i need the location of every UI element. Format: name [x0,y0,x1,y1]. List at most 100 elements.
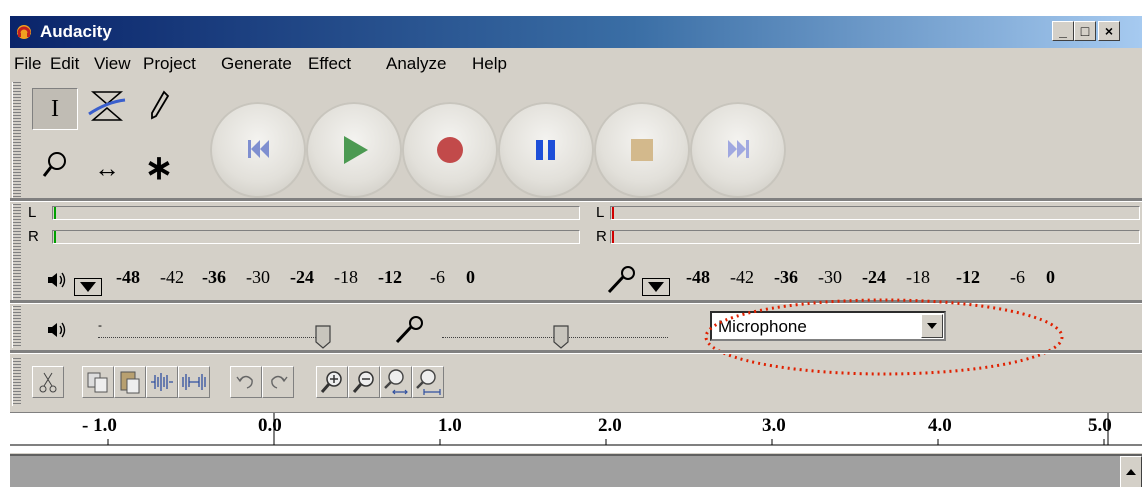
microphone-icon [607,266,635,294]
trim-icon [151,373,173,391]
draw-tool-button[interactable] [136,88,182,130]
slider-track [98,336,324,338]
playback-level-indicator [54,231,56,243]
play-button[interactable] [306,102,402,198]
triangle-down-icon [648,282,664,292]
envelope-icon [88,91,126,121]
record-meter-menu-button[interactable] [642,278,670,296]
skip-to-end-button[interactable] [690,102,786,198]
track-area[interactable] [10,454,1142,487]
toolbar-separator [10,350,1142,354]
i-beam-icon: I [51,96,59,122]
scale-tick: -42 [730,267,754,287]
scale-tick: -30 [818,267,842,287]
ruler-ticks [10,413,1142,446]
time-shift-tool-button[interactable]: ↔ [84,148,130,190]
playback-meter-right-bar[interactable] [52,230,580,244]
edit-toolbar-grip[interactable] [12,358,21,406]
paste-icon [120,371,140,394]
slider-thumb[interactable] [552,324,570,350]
playback-meter-menu-button[interactable] [74,278,102,296]
play-icon [344,136,368,164]
menu-edit[interactable]: Edit [50,54,79,74]
title-bar[interactable]: Audacity _ □ × [10,16,1142,48]
menu-file[interactable]: File [14,54,41,74]
menu-project[interactable]: Project [143,54,196,74]
silence-icon [182,374,206,390]
triangle-down-icon [80,282,96,292]
record-meter-right-bar[interactable] [610,230,1140,244]
scale-tick: -48 [116,267,140,287]
redo-button[interactable] [262,366,294,398]
scissors-icon [39,372,57,393]
menu-effect[interactable]: Effect [308,54,351,74]
menu-generate[interactable]: Generate [221,54,292,74]
record-icon [437,137,463,163]
menu-bar: File Edit View Project Generate Effect A… [10,48,1142,78]
scale-tick: -30 [246,267,270,287]
scale-tick: -42 [160,267,184,287]
scale-tick: -18 [334,267,358,287]
zoom-in-button[interactable] [316,366,348,398]
playback-meter-right-label: R [28,228,39,245]
copy-button[interactable] [82,366,114,398]
record-meter-left-bar[interactable] [610,206,1140,220]
scale-tick: -18 [906,267,930,287]
close-button[interactable]: × [1098,21,1120,41]
audacity-window: Audacity _ □ × File Edit View Project Ge… [10,16,1142,487]
pencil-icon [151,90,170,120]
record-level-indicator [612,231,614,243]
minimize-button[interactable]: _ [1052,21,1074,41]
undo-button[interactable] [230,366,262,398]
scroll-up-button[interactable] [1120,456,1142,487]
record-level-indicator [612,207,614,219]
asterisk-icon: ∗ [144,149,174,187]
double-arrow-icon: ↔ [94,153,120,183]
zoom-fit-selection-icon [384,369,408,395]
playback-meter-left-bar[interactable] [52,206,580,220]
scale-tick: -6 [430,267,445,287]
stop-button[interactable] [594,102,690,198]
zoom-tool-button[interactable] [32,148,78,190]
cut-button[interactable] [32,366,64,398]
scale-tick: -6 [1010,267,1025,287]
menu-analyze[interactable]: Analyze [386,54,446,74]
meter-toolbar-grip[interactable] [12,204,21,300]
scale-tick: -24 [862,267,886,287]
scale-tick: 0 [466,267,475,287]
scale-tick: 0 [1046,267,1055,287]
selection-tool-button[interactable]: I [32,88,78,130]
magnifier-icon [42,152,66,177]
zoom-out-button[interactable] [348,366,380,398]
fit-selection-button[interactable] [380,366,412,398]
output-volume-slider[interactable]: - [98,316,338,350]
scale-tick: -36 [774,267,798,287]
speaker-icon [48,322,66,338]
timeline-ruler[interactable]: - 1.0 0.0 1.0 2.0 3.0 4.0 5.0 [10,412,1142,453]
zoom-fit-project-icon [416,369,441,395]
scale-tick: -36 [202,267,226,287]
skip-to-start-button[interactable] [210,102,306,198]
maximize-button[interactable]: □ [1074,21,1096,41]
transport-toolbar [210,102,790,198]
silence-button[interactable] [178,366,210,398]
pause-button[interactable] [498,102,594,198]
mixer-toolbar-grip[interactable] [12,306,21,348]
menu-help[interactable]: Help [472,54,507,74]
toolbar-separator [10,198,1142,202]
redo-icon [271,375,288,389]
skip-to-end-icon [728,140,749,158]
paste-button[interactable] [114,366,146,398]
envelope-tool-button[interactable] [84,88,130,130]
input-volume-slider[interactable] [442,316,672,350]
trim-button[interactable] [146,366,178,398]
speaker-icon [48,272,66,288]
menu-view[interactable]: View [94,54,131,74]
slider-thumb[interactable] [314,324,332,350]
fit-project-button[interactable] [412,366,444,398]
multi-tool-button[interactable]: ∗ [136,148,182,190]
playback-level-indicator [54,207,56,219]
microphone-icon [395,316,423,344]
record-button[interactable] [402,102,498,198]
tools-toolbar-grip[interactable] [12,82,21,200]
